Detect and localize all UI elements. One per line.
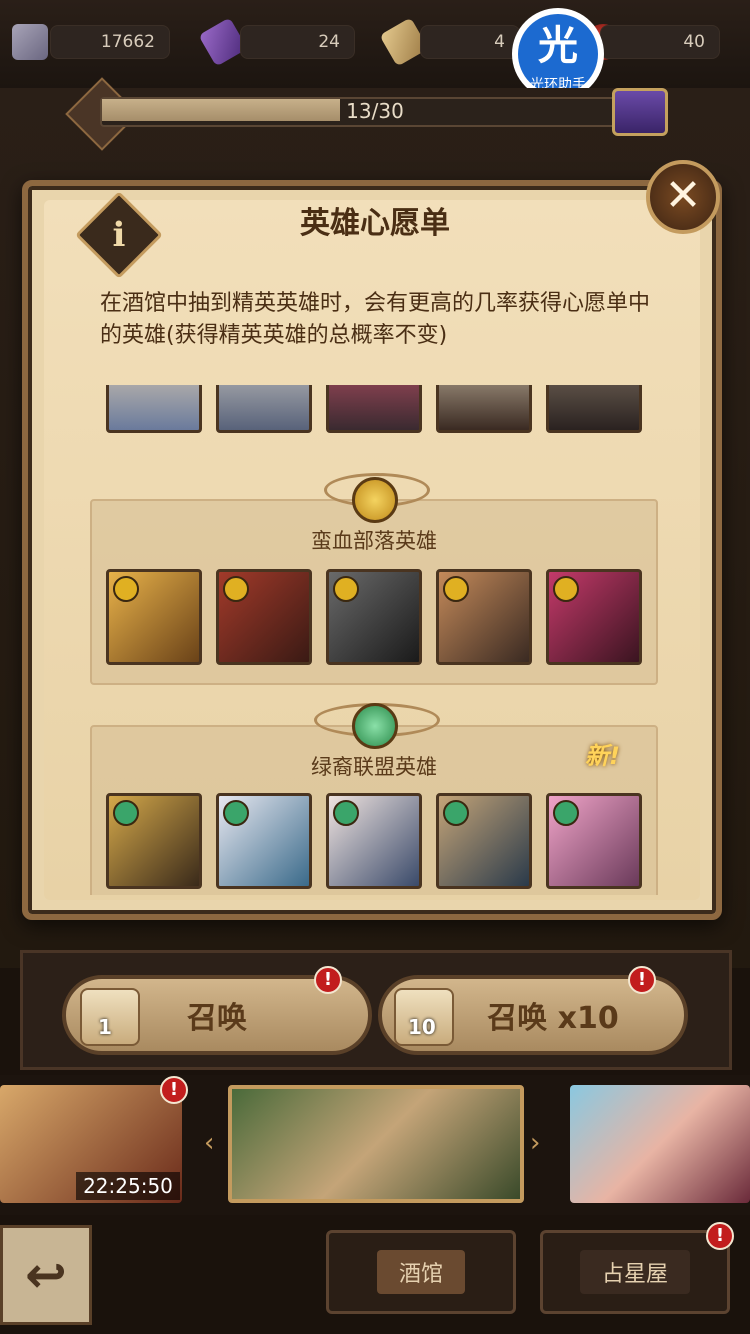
close-button[interactable]: ✕ [646, 160, 720, 234]
hero-pink-dragon[interactable] [546, 793, 642, 889]
hero-lion[interactable] [106, 569, 202, 665]
hero-fox-girl[interactable] [546, 569, 642, 665]
diamond-count[interactable]: 17662 [50, 25, 170, 59]
summon-ten-alert: ! [628, 966, 656, 994]
faction-badge [223, 576, 249, 602]
summon-ten-label: 召唤 x10 [487, 1001, 619, 1036]
faction-badge [333, 576, 359, 602]
tab-stargazing-label: 占星屋 [579, 1250, 690, 1294]
summon-single-count: 1 [98, 1015, 112, 1039]
summon-single-label: 召唤 [187, 1001, 247, 1036]
hero-portrait[interactable] [326, 385, 422, 433]
hero-portrait[interactable] [436, 385, 532, 433]
purple-scroll-count[interactable]: 24 [240, 25, 355, 59]
summon-ten-count: 10 [408, 1015, 436, 1039]
hero-golden-knight[interactable] [106, 793, 202, 889]
banner-alert: ! [160, 1076, 188, 1104]
new-tag: 新! [585, 742, 620, 770]
chevron-left-icon[interactable]: ‹ [204, 1128, 214, 1158]
hero-beast-pair[interactable] [436, 569, 532, 665]
info-icon: i [112, 215, 126, 255]
dialog-description: 在酒馆中抽到精英英雄时，会有更高的几率获得心愿单中的英雄(获得精英英雄的总概率不… [100, 291, 651, 348]
progress-fill [102, 99, 340, 121]
tab-stargazing[interactable]: 占星屋 [540, 1230, 730, 1314]
stargazing-alert: ! [706, 1222, 734, 1250]
faction-badge [553, 576, 579, 602]
section-title: 绿裔联盟英雄 [311, 755, 437, 779]
faction-badge [443, 800, 469, 826]
tab-tavern-label: 酒馆 [376, 1250, 465, 1294]
chevron-right-icon[interactable]: › [530, 1128, 540, 1158]
tab-tavern[interactable]: 酒馆 [326, 1230, 516, 1314]
summon-single-alert: ! [314, 966, 342, 994]
hero-portrait[interactable] [216, 385, 312, 433]
treasure-chest-icon[interactable] [612, 88, 668, 136]
hero-elf-warrior[interactable] [436, 793, 532, 889]
hero-portrait[interactable] [106, 385, 202, 433]
scroll-count[interactable]: 4 [420, 25, 520, 59]
event-banner-center[interactable] [228, 1085, 524, 1203]
hero-bunny-mage[interactable] [216, 793, 312, 889]
back-arrow-icon[interactable]: ↩ [0, 1225, 92, 1325]
faction-badge [113, 576, 139, 602]
diamond-icon [12, 24, 48, 60]
faction-badge [223, 800, 249, 826]
faction-badge [113, 800, 139, 826]
banner-timer: 22:25:50 [76, 1172, 180, 1200]
wilder-faction-icon [352, 703, 398, 749]
section-title: 蛮血部落英雄 [311, 529, 437, 553]
red-orb-count[interactable]: 40 [600, 25, 720, 59]
faction-badge [553, 800, 579, 826]
hero-list[interactable]: 蛮血部落英雄 绿裔联盟英雄 新! [90, 385, 658, 895]
hero-goat-girl[interactable] [326, 793, 422, 889]
progress-text: 13/30 [346, 99, 404, 123]
barbarian-faction-icon [352, 477, 398, 523]
hero-werewolf[interactable] [216, 569, 312, 665]
faction-badge [443, 576, 469, 602]
event-banner-right[interactable] [570, 1085, 750, 1203]
hero-wolf-warrior[interactable] [326, 569, 422, 665]
dialog-title: 英雄心愿单 [300, 206, 450, 241]
faction-badge [333, 800, 359, 826]
hero-portrait[interactable] [546, 385, 642, 433]
